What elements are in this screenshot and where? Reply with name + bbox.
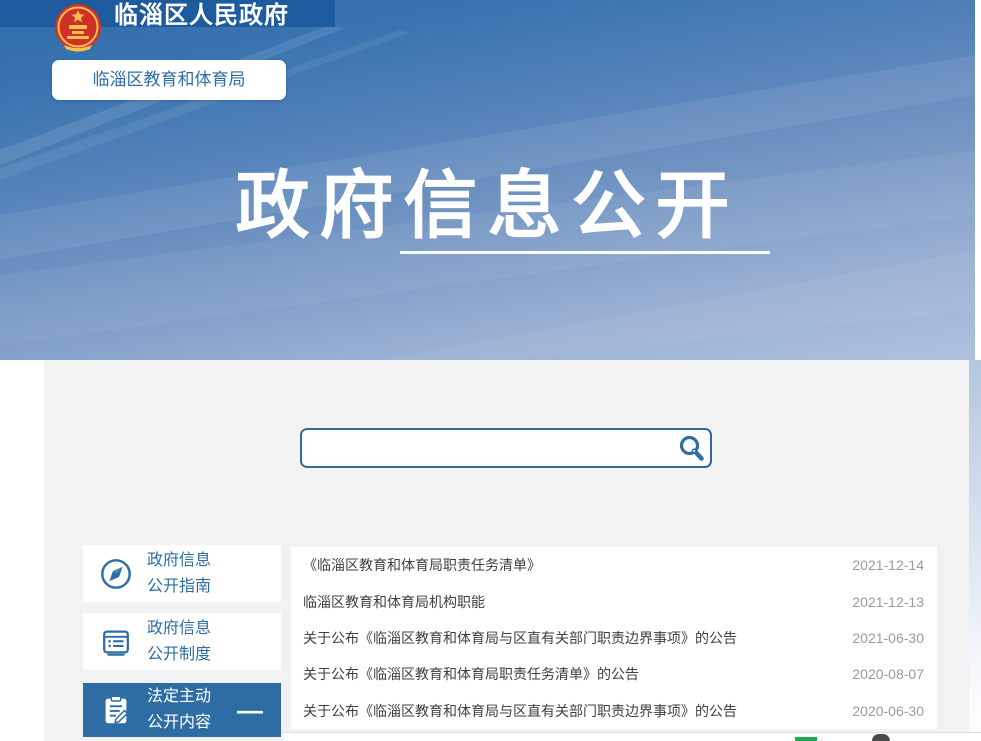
content-panel: 政府信息 公开指南 政府信息 公开制度 <box>44 360 969 741</box>
sidebar-item-label: 政府信息 公开指南 <box>147 548 211 600</box>
title-underline <box>400 251 770 254</box>
list-item-date: 2021-12-14 <box>852 557 924 573</box>
list-item[interactable]: 关于公布《临淄区教育和体育局与区直有关部门职责边界事项》的公告 2020-06-… <box>291 693 937 729</box>
sidebar-item-label: 政府信息 公开制度 <box>147 616 211 668</box>
footer-dark-icon <box>872 734 890 741</box>
list-item-date: 2021-12-13 <box>852 594 924 610</box>
list-item-title[interactable]: 临淄区教育和体育局机构职能 <box>303 592 485 612</box>
clipboard-pencil-icon <box>96 690 136 730</box>
search-button[interactable] <box>676 433 706 463</box>
list-item-title[interactable]: 关于公布《临淄区教育和体育局职责任务清单》的公告 <box>303 664 639 684</box>
search-bar <box>300 428 712 468</box>
sidebar-item-gov-info-system[interactable]: 政府信息 公开制度 <box>83 613 281 670</box>
top-banner: 临淄区人民政府 临淄区教育和体育局 政府信息公开 <box>0 0 975 360</box>
sidebar: 政府信息 公开指南 政府信息 公开制度 <box>83 545 281 737</box>
compass-icon <box>96 554 136 594</box>
sidebar-item-label: 法定主动 公开内容 <box>147 684 211 736</box>
sidebar-item-statutory-disclosure[interactable]: 法定主动 公开内容 — <box>83 683 281 737</box>
page-title: 政府信息公开 <box>0 146 975 253</box>
sidebar-item-gov-info-guide[interactable]: 政府信息 公开指南 <box>83 545 281 602</box>
footer-green-icon <box>795 737 817 741</box>
document-list-icon <box>96 622 136 662</box>
list-item-date: 2020-08-07 <box>852 666 924 682</box>
national-emblem-logo <box>54 1 102 53</box>
list-item[interactable]: 《临淄区教育和体育局职责任务清单》 2021-12-14 <box>291 547 937 583</box>
list-item-title[interactable]: 关于公布《临淄区教育和体育局与区直有关部门职责边界事项》的公告 <box>303 628 737 648</box>
collapse-minus-toggle[interactable]: — <box>237 697 263 723</box>
list-item[interactable]: 临淄区教育和体育局机构职能 2021-12-13 <box>291 583 937 619</box>
right-edge-strip <box>969 360 981 741</box>
list-item[interactable]: 关于公布《临淄区教育和体育局与区直有关部门职责边界事项》的公告 2021-06-… <box>291 620 937 656</box>
list-item-date: 2020-06-30 <box>852 703 924 719</box>
list-item[interactable]: 关于公布《临淄区教育和体育局职责任务清单》的公告 2020-08-07 <box>291 656 937 692</box>
list-item-title[interactable]: 关于公布《临淄区教育和体育局与区直有关部门职责边界事项》的公告 <box>303 701 737 721</box>
list-item-date: 2021-06-30 <box>852 630 924 646</box>
department-button[interactable]: 临淄区教育和体育局 <box>52 60 286 100</box>
news-list: 《临淄区教育和体育局职责任务清单》 2021-12-14 临淄区教育和体育局机构… <box>291 547 937 729</box>
site-name: 临淄区人民政府 <box>114 3 289 29</box>
site-brand[interactable]: 临淄区人民政府 <box>54 0 289 53</box>
list-item-title[interactable]: 《临淄区教育和体育局职责任务清单》 <box>303 555 541 575</box>
search-input[interactable] <box>300 428 712 468</box>
search-icon <box>676 433 706 463</box>
